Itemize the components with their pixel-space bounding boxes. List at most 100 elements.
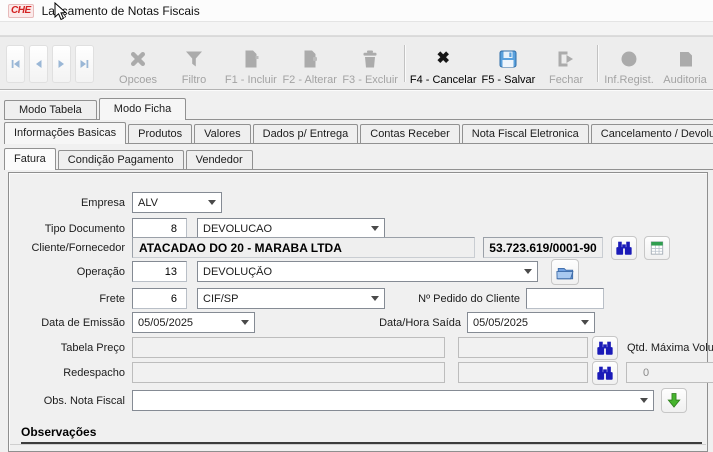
tab-produtos[interactable]: Produtos <box>128 124 192 143</box>
inf-regist-button: Inf.Regist. <box>601 40 657 87</box>
app-logo-icon: CHE <box>8 4 34 18</box>
tab-nota-fiscal-eletronica-label: Nota Fiscal Eletronica <box>472 128 579 140</box>
operacao-abrir-button[interactable] <box>551 259 579 285</box>
sub-tab-strip: Fatura Condição Pagamento Vendedor <box>4 146 713 170</box>
frete-code-input[interactable] <box>132 288 187 309</box>
data-saida-label: Data/Hora Saída <box>255 317 467 329</box>
operacao-combo[interactable]: DEVOLUÇÃO <box>197 261 538 282</box>
tab-valores-label: Valores <box>204 128 240 140</box>
tab-modo-tabela[interactable]: Modo Tabela <box>4 100 97 119</box>
cliente-nome-value: ATACADAO DO 20 - MARABA LTDA <box>139 241 342 255</box>
pedido-cliente-input[interactable] <box>526 288 604 309</box>
tab-nota-fiscal-eletronica[interactable]: Nota Fiscal Eletronica <box>462 124 589 143</box>
next-record-button[interactable] <box>52 45 71 83</box>
options-label: Opcoes <box>119 74 157 86</box>
cliente-cnpj-field: 53.723.619/0001-90 <box>483 237 603 258</box>
chevron-down-icon <box>208 200 216 205</box>
filter-button: Filtro <box>166 40 222 87</box>
empresa-combo[interactable]: ALV <box>132 192 222 213</box>
tabela-preco-desc-field <box>458 337 588 358</box>
tab-condicao-pagamento-label: Condição Pagamento <box>68 154 174 166</box>
tab-valores[interactable]: Valores <box>194 124 250 143</box>
last-record-button[interactable] <box>75 45 94 83</box>
chevron-down-icon <box>524 269 532 274</box>
data-emissao-value: 05/05/2025 <box>138 317 193 329</box>
folder-icon <box>555 263 575 281</box>
operacao-row: Operação DEVOLUÇÃO <box>15 261 579 282</box>
tab-informacoes-basicas[interactable]: Informações Basicas <box>4 122 126 144</box>
toolbar-separator <box>597 45 598 82</box>
operacao-label: Operação <box>15 266 132 278</box>
tab-cancelamento-devolucao-label: Cancelamento / Devolucao <box>601 128 713 140</box>
next-record-icon <box>56 59 67 69</box>
f1-incluir-button: F1 - Incluir <box>222 40 280 87</box>
qtd-maxima-volume-field: 0 <box>626 362 713 383</box>
first-record-icon <box>10 59 21 69</box>
tab-fatura[interactable]: Fatura <box>4 148 56 170</box>
tab-contas-receber-label: Contas Receber <box>370 128 450 140</box>
observacoes-header: Observações <box>21 425 702 444</box>
tab-informacoes-basicas-label: Informações Basicas <box>14 127 116 139</box>
tipo-documento-combo[interactable]: DEVOLUCAO <box>197 218 385 239</box>
auditoria-label: Auditoria <box>663 74 706 86</box>
redespacho-field <box>132 362 445 383</box>
tab-dados-entrega-label: Dados p/ Entrega <box>263 128 349 140</box>
tab-condicao-pagamento[interactable]: Condição Pagamento <box>58 150 184 169</box>
save-floppy-icon <box>497 46 519 72</box>
document-add-icon <box>240 46 262 72</box>
auditoria-button: Auditoria <box>657 40 713 87</box>
tab-modo-ficha-label: Modo Ficha <box>114 103 171 115</box>
f2-alterar-label: F2 - Alterar <box>282 74 336 86</box>
chevron-down-icon <box>640 398 648 403</box>
previous-record-button[interactable] <box>29 45 48 83</box>
tipo-documento-value: DEVOLUCAO <box>203 223 272 235</box>
redespacho-search-button[interactable] <box>592 361 618 385</box>
chevron-down-icon <box>371 296 379 301</box>
tabela-preco-row: Tabela Preço Qtd. Máxima Volume <box>15 337 713 358</box>
empresa-label: Empresa <box>15 197 132 209</box>
tab-fatura-label: Fatura <box>14 153 46 165</box>
f2-alterar-button: F2 - Alterar <box>280 40 340 87</box>
chevron-down-icon <box>371 226 379 231</box>
f5-salvar-button[interactable]: F5 - Salvar <box>479 40 538 87</box>
toolbar-separator <box>404 45 405 82</box>
data-saida-combo[interactable]: 05/05/2025 <box>467 312 595 333</box>
record-info-icon <box>618 46 640 72</box>
cliente-detalhes-button[interactable] <box>644 236 670 260</box>
tabela-preco-field <box>132 337 445 358</box>
operacao-code-input[interactable] <box>132 261 187 282</box>
cliente-search-button[interactable] <box>611 236 637 260</box>
tab-cancelamento-devolucao[interactable]: Cancelamento / Devolucao <box>591 124 713 143</box>
tipo-documento-row: Tipo Documento DEVOLUCAO <box>15 218 385 239</box>
tab-produtos-label: Produtos <box>138 128 182 140</box>
f3-excluir-label: F3 - Excluir <box>342 74 398 86</box>
tab-contas-receber[interactable]: Contas Receber <box>360 124 460 143</box>
tab-vendedor-label: Vendedor <box>196 154 243 166</box>
exit-icon <box>555 46 577 72</box>
tools-icon <box>127 46 149 72</box>
observacoes-label: Observações <box>21 425 96 439</box>
tipo-documento-code-input[interactable] <box>132 218 187 239</box>
tab-dados-entrega[interactable]: Dados p/ Entrega <box>253 124 359 143</box>
last-record-icon <box>79 59 90 69</box>
mode-tab-strip: Modo Tabela Modo Ficha <box>4 96 713 120</box>
data-emissao-combo[interactable]: 05/05/2025 <box>132 312 255 333</box>
tabela-preco-search-button[interactable] <box>592 336 618 360</box>
obs-inserir-button[interactable] <box>661 388 687 413</box>
binoculars-icon <box>595 339 615 357</box>
tab-modo-tabela-label: Modo Tabela <box>19 104 82 116</box>
tab-vendedor[interactable]: Vendedor <box>186 150 253 169</box>
cancel-x-icon: ✖ <box>436 46 449 72</box>
filter-label: Filtro <box>182 74 206 86</box>
chevron-down-icon <box>581 320 589 325</box>
tabela-preco-label: Tabela Preço <box>15 342 132 354</box>
cliente-fornecedor-row: Cliente/Fornecedor ATACADAO DO 20 - MARA… <box>15 237 670 258</box>
first-record-button[interactable] <box>6 45 25 83</box>
binoculars-icon <box>595 364 615 382</box>
obs-nota-fiscal-combo[interactable] <box>132 390 654 411</box>
tab-modo-ficha[interactable]: Modo Ficha <box>99 98 186 120</box>
options-button: Opcoes <box>110 40 166 87</box>
inf-regist-label: Inf.Regist. <box>604 74 654 86</box>
frete-combo[interactable]: CIF/SP <box>197 288 385 309</box>
f4-cancelar-button[interactable]: ✖ F4 - Cancelar <box>408 40 479 87</box>
